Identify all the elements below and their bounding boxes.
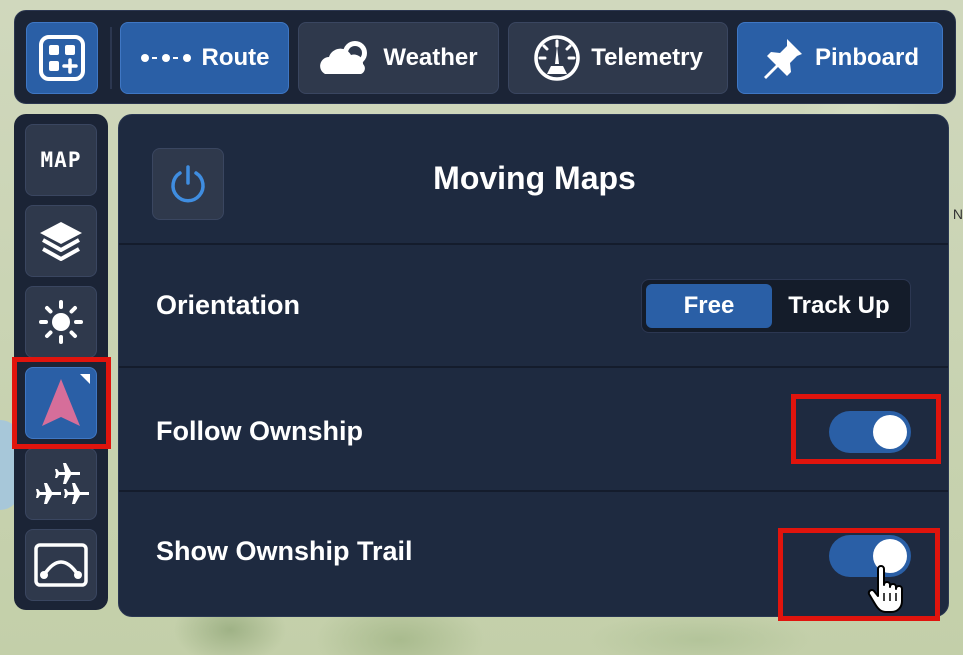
- moving-maps-button[interactable]: [25, 367, 97, 439]
- orientation-row: Orientation Free Track Up: [119, 245, 948, 368]
- follow-ownship-label: Follow Ownship: [156, 416, 363, 446]
- gauge-icon: [534, 35, 580, 81]
- submenu-corner-indicator: [80, 374, 90, 384]
- route-label: Route: [201, 44, 270, 71]
- orientation-option-free[interactable]: Free: [646, 284, 772, 328]
- toolbar-divider: [110, 27, 112, 89]
- orientation-label: Orientation: [156, 290, 301, 320]
- map-button-label: MAP: [40, 148, 82, 172]
- route-button[interactable]: Route: [120, 22, 289, 94]
- ownship-arrow-icon: [42, 379, 80, 426]
- panel-header: Moving Maps: [119, 115, 948, 245]
- follow-ownship-row: Follow Ownship: [119, 369, 948, 492]
- orientation-option-track-up[interactable]: Track Up: [772, 284, 906, 328]
- weather-label: Weather: [383, 44, 478, 71]
- apps-grid-icon: [39, 35, 85, 81]
- hand-cursor-icon: [867, 565, 903, 613]
- range-arc-button[interactable]: [25, 529, 97, 601]
- show-ownship-trail-label: Show Ownship Trail: [156, 536, 413, 566]
- left-sidebar: MAP: [14, 114, 108, 610]
- toggle-knob: [873, 415, 907, 449]
- map-button[interactable]: MAP: [25, 124, 97, 196]
- pinboard-button[interactable]: Pinboard: [737, 22, 943, 94]
- moving-maps-panel: Moving Maps Orientation Free Track Up Fo…: [118, 114, 949, 617]
- route-icon: [140, 54, 191, 62]
- range-arc-icon: [34, 543, 88, 587]
- map-edge-label: N: [952, 206, 963, 222]
- layers-icon: [40, 222, 82, 261]
- layers-button[interactable]: [25, 205, 97, 277]
- apps-button[interactable]: [26, 22, 98, 94]
- traffic-button[interactable]: [25, 448, 97, 520]
- brightness-button[interactable]: [25, 286, 97, 358]
- weather-button[interactable]: Weather: [298, 22, 499, 94]
- telemetry-label: Telemetry: [591, 44, 703, 71]
- sun-icon: [39, 300, 83, 344]
- telemetry-button[interactable]: Telemetry: [508, 22, 728, 94]
- pushpin-icon: [763, 39, 802, 79]
- weather-cloud-icon: [320, 41, 368, 74]
- pinboard-label: Pinboard: [814, 44, 919, 71]
- panel-title: Moving Maps: [433, 160, 636, 196]
- show-ownship-trail-row: Show Ownship Trail: [119, 493, 948, 616]
- follow-ownship-toggle[interactable]: [829, 411, 911, 453]
- traffic-airplanes-icon: [36, 463, 89, 504]
- top-toolbar: Route Weather Telemetry Pinboard: [14, 10, 956, 104]
- orientation-segmented-control: Free Track Up: [641, 279, 911, 333]
